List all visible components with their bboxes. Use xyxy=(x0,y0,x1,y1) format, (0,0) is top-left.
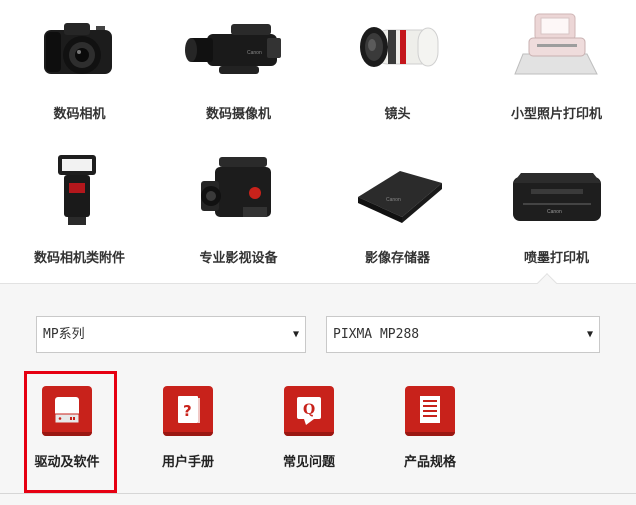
telephoto-lens-icon xyxy=(360,27,439,67)
photo-printer-icon xyxy=(514,13,598,75)
dropdown-arrow-icon: ▼ xyxy=(292,329,299,340)
category-inkjet-printer[interactable]: Canon 喷墨打印机 xyxy=(477,145,636,270)
category-label: 数码摄像机 xyxy=(205,107,271,122)
svg-text:Canon: Canon xyxy=(547,209,562,215)
dropdown-arrow-icon: ▼ xyxy=(586,329,593,340)
action-label: 产品规格 xyxy=(403,455,456,470)
category-label: 专业影视设备 xyxy=(199,251,278,266)
inkjet-printer-icon: Canon xyxy=(513,173,601,221)
category-camera-accessories[interactable]: 数码相机类附件 xyxy=(0,145,159,270)
specifications-icon xyxy=(405,386,455,436)
speedlite-flash-icon xyxy=(58,155,96,225)
category-image-storage[interactable]: Canon 影像存储器 xyxy=(318,145,477,270)
category-photo-printer[interactable]: 小型照片打印机 xyxy=(477,0,636,125)
video-camcorder-icon: Canon xyxy=(185,24,281,74)
category-label: 喷墨打印机 xyxy=(523,251,589,266)
svg-text:Canon: Canon xyxy=(386,197,401,203)
cinema-camera-icon xyxy=(201,157,271,217)
selected-item-highlight xyxy=(24,371,117,493)
product-category-grid: 数码相机 Canon 数码摄像机 镜头 小型照片打印机 数码相机类附件 专业影视… xyxy=(0,0,636,283)
svg-text:?: ? xyxy=(183,402,192,420)
panel-divider xyxy=(0,493,636,494)
series-select[interactable]: MP系列 ▼ xyxy=(36,316,306,353)
category-label: 小型照片打印机 xyxy=(510,107,602,122)
storage-device-icon: Canon xyxy=(358,171,442,223)
faq-link[interactable]: Q 常见问题 xyxy=(262,386,362,470)
category-label: 镜头 xyxy=(384,107,411,122)
dslr-camera-icon xyxy=(44,23,112,74)
user-manual-link[interactable]: ? 用户手册 xyxy=(141,386,241,470)
svg-text:Canon: Canon xyxy=(247,50,262,56)
faq-icon: Q xyxy=(284,386,334,436)
action-label: 用户手册 xyxy=(161,455,214,470)
category-label: 影像存储器 xyxy=(364,251,430,266)
category-lens[interactable]: 镜头 xyxy=(318,0,477,125)
model-select[interactable]: PIXMA MP288 ▼ xyxy=(326,316,600,353)
category-digital-camera[interactable]: 数码相机 xyxy=(0,0,159,125)
user-manual-icon: ? xyxy=(163,386,213,436)
category-label: 数码相机 xyxy=(53,107,106,122)
model-select-value: PIXMA MP288 xyxy=(333,327,420,342)
category-pro-video[interactable]: 专业影视设备 xyxy=(159,145,318,270)
series-select-value: MP系列 xyxy=(43,327,85,342)
category-label: 数码相机类附件 xyxy=(33,251,125,266)
action-label: 常见问题 xyxy=(282,455,335,470)
specifications-link[interactable]: 产品规格 xyxy=(383,386,483,470)
svg-text:Q: Q xyxy=(303,402,315,418)
category-camcorder[interactable]: Canon 数码摄像机 xyxy=(159,0,318,125)
